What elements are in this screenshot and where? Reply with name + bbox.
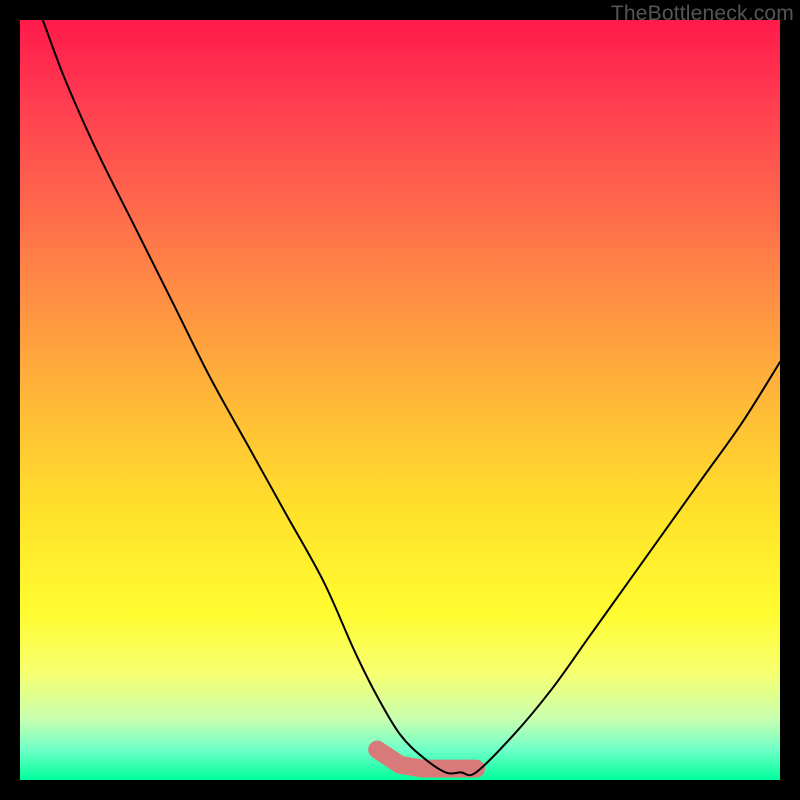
chart-svg — [20, 20, 780, 780]
curve-line — [43, 20, 780, 775]
